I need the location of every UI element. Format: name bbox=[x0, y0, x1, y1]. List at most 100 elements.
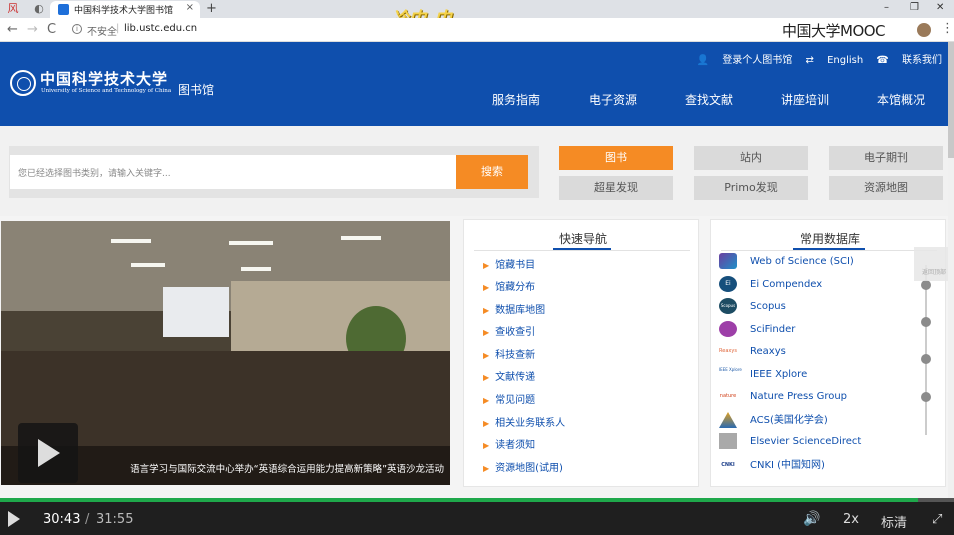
quick-nav-title: 快速导航 bbox=[559, 232, 608, 246]
play-icon[interactable] bbox=[8, 511, 20, 527]
db-item[interactable]: nature Nature Press Group bbox=[719, 388, 847, 404]
timeline-dot[interactable] bbox=[921, 354, 931, 364]
quick-nav-item[interactable]: ▶ 常见问题 bbox=[483, 391, 535, 406]
quick-nav-panel: 快速导航 ▶ 馆藏书目 ▶ 馆藏分布 ▶ 数据库地图 ▶ 查收查引 ▶ 科技查新 ▶ 文献传… bbox=[463, 219, 699, 487]
scifinder-logo-icon bbox=[719, 321, 737, 337]
english-link[interactable]: ⇄ English bbox=[806, 55, 864, 66]
university-emblem-icon[interactable] bbox=[10, 70, 36, 96]
quick-nav-item[interactable]: ▶ 相关业务联系人 bbox=[483, 414, 565, 429]
back-arrow-icon[interactable]: ← bbox=[7, 22, 18, 37]
pinned-tab-icon[interactable]: ◐ bbox=[32, 2, 46, 16]
databases-underline bbox=[793, 248, 865, 250]
scrollbar-thumb[interactable] bbox=[948, 42, 954, 158]
category-chaoxing[interactable]: 超星发现 bbox=[559, 176, 673, 200]
top-links: 👤 登录个人图书馆 ⇄ English ☎ 联系我们 bbox=[687, 51, 942, 66]
nav-service-guide[interactable]: 服务指南 bbox=[492, 91, 540, 108]
quick-nav-item[interactable]: ▶ 数据库地图 bbox=[483, 301, 545, 316]
photo-light bbox=[131, 263, 165, 267]
scopus-logo-icon: Scopus bbox=[719, 298, 737, 314]
search-area: 您已经选择图书类别，请输入关键字... 搜索 图书 站内 电子期刊 超星发现 P… bbox=[0, 126, 948, 216]
db-item[interactable]: CNKI CNKI (中国知网) bbox=[719, 456, 825, 473]
extension-icon[interactable]: 风 bbox=[6, 2, 20, 16]
nav-e-resources[interactable]: 电子资源 bbox=[589, 91, 637, 108]
nav-find-literature[interactable]: 查找文献 bbox=[685, 91, 733, 108]
quick-nav-item[interactable]: ▶ 科技查新 bbox=[483, 346, 535, 361]
quality-button[interactable]: 标清 bbox=[881, 512, 907, 531]
playback-speed-button[interactable]: 2x bbox=[843, 512, 859, 527]
mooc-brand-overlay: 中国大学MOOC bbox=[782, 22, 886, 40]
quick-nav-item[interactable]: ▶ 馆藏书目 bbox=[483, 256, 535, 271]
db-item[interactable]: Scopus Scopus bbox=[719, 298, 786, 314]
maximize-icon[interactable]: ❐ bbox=[910, 2, 919, 13]
contact-link[interactable]: ☎ 联系我们 bbox=[876, 55, 942, 66]
big-play-icon[interactable] bbox=[18, 423, 78, 483]
databases-title: 常用数据库 bbox=[800, 232, 861, 246]
url-field[interactable]: i 不安全 | lib.ustc.edu.cn bbox=[64, 21, 764, 39]
db-item[interactable]: Ei Ei Compendex bbox=[719, 276, 822, 292]
new-tab-button[interactable]: + bbox=[206, 1, 217, 16]
insecure-label: 不安全 bbox=[87, 27, 117, 38]
volume-icon[interactable]: 🔊 bbox=[803, 511, 820, 527]
reload-icon[interactable]: C bbox=[47, 22, 56, 37]
timeline-line bbox=[925, 265, 927, 435]
info-icon[interactable]: i bbox=[72, 24, 82, 34]
timeline-dot[interactable] bbox=[921, 280, 931, 290]
search-placeholder: 您已经选择图书类别，请输入关键字... bbox=[18, 169, 171, 179]
ei-logo-icon: Ei bbox=[719, 276, 737, 292]
cnki-logo-icon: CNKI bbox=[721, 462, 735, 468]
tab-title: 中国科学技术大学图书馆 bbox=[74, 6, 174, 16]
url-text[interactable]: lib.ustc.edu.cn bbox=[124, 23, 197, 34]
db-item[interactable]: Elsevier ScienceDirect bbox=[719, 433, 861, 449]
close-window-icon[interactable]: ✕ bbox=[936, 2, 944, 13]
db-item[interactable]: SciFinder bbox=[719, 321, 795, 337]
ieee-logo-icon: IEEE Xplore bbox=[719, 367, 742, 372]
quick-nav-item[interactable]: ▶ 馆藏分布 bbox=[483, 278, 535, 293]
elsevier-logo-icon bbox=[719, 433, 737, 449]
logo-chinese-name[interactable]: 中国科学技术大学 bbox=[40, 68, 168, 89]
forward-arrow-icon[interactable]: → bbox=[27, 22, 38, 37]
photo-wall bbox=[231, 281, 450, 351]
quick-nav-underline bbox=[553, 248, 611, 250]
quick-nav-item[interactable]: ▶ 读者须知 bbox=[483, 436, 535, 451]
web-of-science-logo-icon bbox=[719, 253, 737, 269]
db-item[interactable]: ACS(美国化学会) bbox=[719, 411, 828, 428]
databases-panel: 常用数据库 Web of Science (SCI) Ei Ei Compende… bbox=[710, 219, 946, 487]
quick-nav-item[interactable]: ▶ 资源地图(试用) bbox=[483, 459, 563, 474]
category-resource-map[interactable]: 资源地图 bbox=[829, 176, 943, 200]
category-primo[interactable]: Primo发现 bbox=[694, 176, 808, 200]
quick-nav-item[interactable]: ▶ 查收查引 bbox=[483, 323, 535, 338]
nav-about[interactable]: 本馆概况 bbox=[877, 91, 925, 108]
minimize-icon[interactable]: – bbox=[884, 2, 889, 13]
category-ejournals[interactable]: 电子期刊 bbox=[829, 146, 943, 170]
db-item[interactable]: Web of Science (SCI) bbox=[719, 253, 854, 269]
timeline-dot[interactable] bbox=[921, 317, 931, 327]
login-link[interactable]: 👤 登录个人图书馆 bbox=[697, 55, 793, 66]
browser-menu-icon[interactable]: ⋮ bbox=[941, 21, 954, 36]
db-item[interactable]: IEEE Xplore IEEE Xplore bbox=[719, 366, 807, 382]
photo-light bbox=[241, 267, 271, 271]
active-tab[interactable]: 中国科学技术大学图书馆 × bbox=[50, 1, 200, 18]
news-caption[interactable]: 语言学习与国际交流中心举办“英语综合运用能力提高新策略”英语沙龙活动 bbox=[130, 461, 444, 475]
db-item[interactable]: Reaxys Reaxys bbox=[719, 343, 786, 359]
category-site[interactable]: 站内 bbox=[694, 146, 808, 170]
search-button[interactable]: 搜索 bbox=[456, 155, 528, 189]
library-label: 图书馆 bbox=[178, 83, 215, 97]
site-favicon-icon bbox=[58, 4, 69, 15]
timeline-dot[interactable] bbox=[921, 392, 931, 402]
site-header: 👤 登录个人图书馆 ⇄ English ☎ 联系我们 中国科学技术大学 Univ… bbox=[0, 42, 948, 126]
nav-lectures[interactable]: 讲座培训 bbox=[781, 91, 829, 108]
url-separator: | bbox=[116, 23, 120, 34]
fullscreen-icon[interactable]: ⤢ bbox=[932, 512, 942, 527]
reaxys-logo-icon: Reaxys bbox=[719, 348, 737, 354]
acs-logo-icon bbox=[719, 412, 737, 428]
profile-avatar[interactable] bbox=[917, 23, 931, 37]
nature-logo-icon: nature bbox=[719, 393, 737, 399]
category-books[interactable]: 图书 bbox=[559, 146, 673, 170]
photo-projector-screen bbox=[163, 287, 229, 337]
quick-nav-item[interactable]: ▶ 文献传递 bbox=[483, 368, 535, 383]
logo-english-name: University of Science and Technology of … bbox=[41, 88, 172, 94]
total-time: 31:55 bbox=[96, 512, 134, 527]
close-tab-icon[interactable]: × bbox=[186, 2, 194, 13]
photo-light bbox=[229, 241, 273, 245]
photo-light bbox=[111, 239, 151, 243]
